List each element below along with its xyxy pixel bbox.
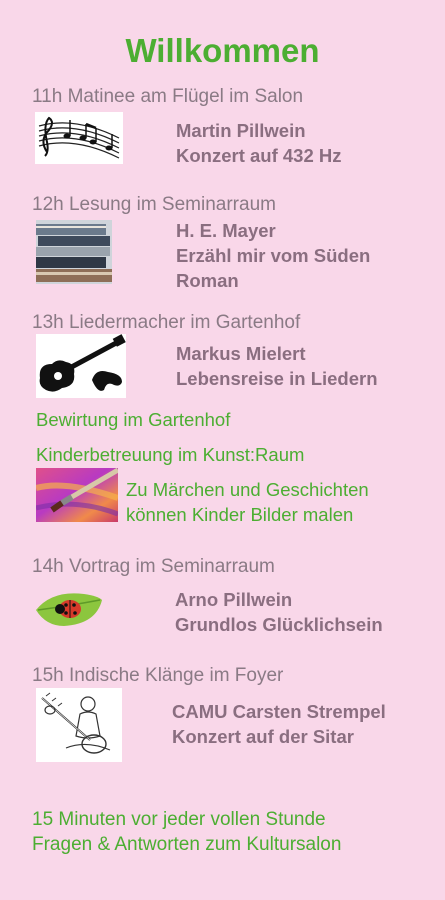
music-notes-icon — [35, 112, 123, 164]
event-performer-3: Markus Mielert — [176, 343, 306, 364]
footer-line-1: 15 Minuten vor jeder vollen Stunde — [32, 809, 326, 830]
event-title-4: Grundlos Glücklichsein — [175, 614, 383, 635]
event-heading-1: 11h Matinee am Flügel im Salon — [32, 86, 304, 107]
event-performer-2: H. E. Mayer — [176, 220, 276, 241]
event-heading-5: 15h Indische Klänge im Foyer — [32, 665, 284, 686]
book-stack-image — [36, 220, 112, 284]
page-title: Willkommen — [125, 32, 320, 69]
event-title-5: Konzert auf der Sitar — [172, 726, 354, 747]
event-title-1: Konzert auf 432 Hz — [176, 145, 342, 166]
event-heading-4: 14h Vortrag im Seminarraum — [32, 556, 275, 577]
event-performer-1: Martin Pillwein — [176, 120, 306, 141]
ladybug-leaf-image — [34, 588, 104, 630]
event-title-2: Erzähl mir vom Süden — [176, 245, 371, 266]
event-performer-5: CAMU Carsten Strempel — [172, 701, 386, 722]
event-performer-4: Arno Pillwein — [175, 589, 293, 610]
kinder-line-1: Zu Märchen und Geschichten — [126, 479, 369, 500]
paintbrush-image — [36, 468, 118, 522]
event-title-3: Lebensreise in Liedern — [176, 368, 378, 389]
footer-line-2: Fragen & Antworten zum Kultursalon — [32, 834, 342, 855]
guitar-icon — [36, 334, 126, 398]
event-heading-3: 13h Liedermacher im Gartenhof — [32, 312, 301, 333]
event-subtitle-2: Roman — [176, 270, 239, 291]
kinder-heading: Kinderbetreuung im Kunst:Raum — [36, 444, 305, 465]
kinder-line-2: können Kinder Bilder malen — [126, 504, 354, 525]
sitar-player-image — [36, 688, 122, 762]
bewirtung-text: Bewirtung im Gartenhof — [36, 409, 231, 430]
event-heading-2: 12h Lesung im Seminarraum — [32, 194, 276, 215]
